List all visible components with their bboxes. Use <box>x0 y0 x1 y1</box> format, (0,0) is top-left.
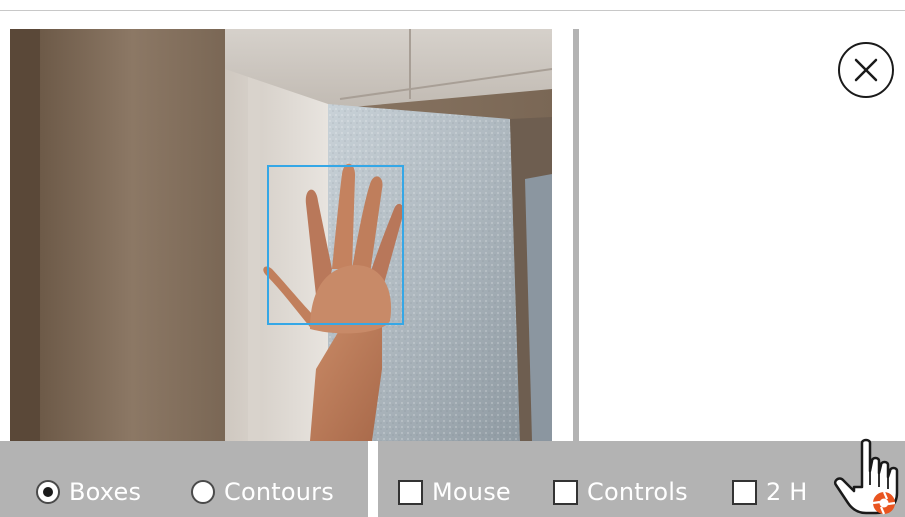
controls-checkbox[interactable] <box>553 479 578 505</box>
two-hands-label: 2 H <box>766 478 808 506</box>
contours-radio[interactable] <box>191 480 215 504</box>
controls-label: Controls <box>587 478 688 506</box>
hand-pointer-cursor-icon <box>834 438 899 515</box>
boxes-radio-option[interactable]: Boxes <box>36 474 141 510</box>
controls-checkbox-option[interactable]: Controls <box>553 474 688 510</box>
mouse-label: Mouse <box>432 478 511 506</box>
mouse-checkbox-option[interactable]: Mouse <box>398 474 511 510</box>
two-hands-checkbox-option[interactable]: 2 H <box>732 474 808 510</box>
top-divider <box>0 10 905 11</box>
panel-divider <box>573 29 579 441</box>
boxes-label: Boxes <box>69 478 142 506</box>
two-hands-checkbox[interactable] <box>732 479 757 505</box>
close-icon <box>854 58 878 82</box>
hand-detection-box <box>267 165 404 325</box>
camera-feed <box>10 29 552 441</box>
mouse-checkbox[interactable] <box>398 479 423 505</box>
toolbar-separator <box>368 441 378 517</box>
contours-radio-option[interactable]: Contours <box>191 474 334 510</box>
close-button[interactable] <box>838 42 894 98</box>
hand-tracking-window: Boxes Contours Mouse Controls 2 H <box>0 0 905 517</box>
contours-label: Contours <box>224 478 334 506</box>
boxes-radio[interactable] <box>36 480 60 504</box>
